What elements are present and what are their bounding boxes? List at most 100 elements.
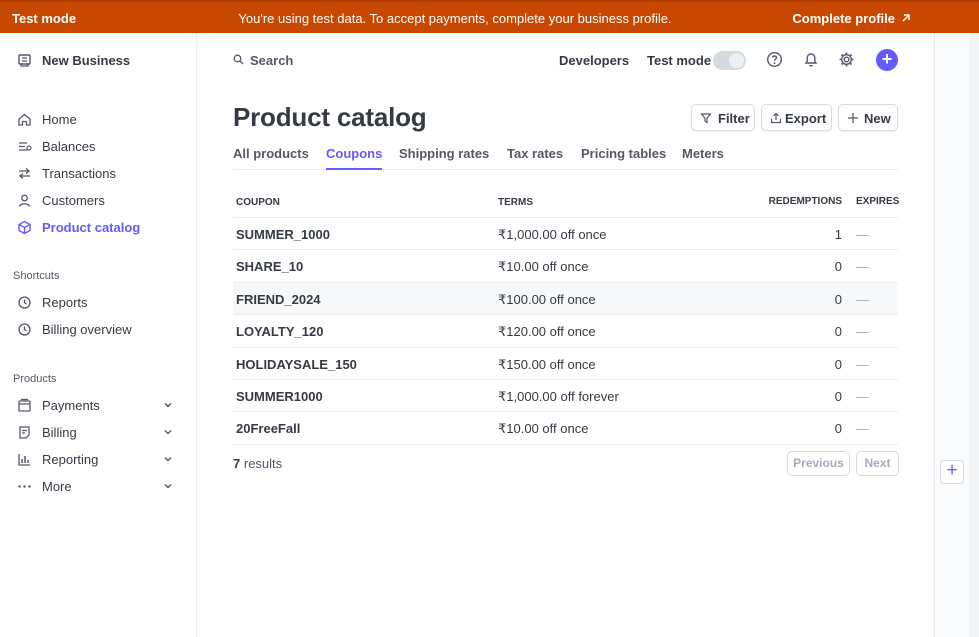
chevron-down-icon [164,457,172,462]
clock-icon [18,296,31,309]
chevron-down-icon [164,484,172,489]
scrollbar[interactable] [969,33,979,637]
coupon-terms: ₹10.00 off once [498,259,589,275]
sidebar-item-label: Reporting [42,452,99,467]
column-header-coupon[interactable]: COUPON [236,197,280,208]
tab-tax-rates[interactable]: Tax rates [507,146,563,170]
results-label: results [243,456,283,471]
coupon-name: LOYALTY_120 [236,324,324,340]
table-row[interactable]: SUMMER1000 ₹1,000.00 off forever 0 — [233,380,898,413]
test-mode-banner: Test mode You're using test data. To acc… [0,0,979,33]
table-row[interactable]: FRIEND_2024 ₹100.00 off once 0 — [233,282,898,316]
new-label: New [864,111,891,126]
table-row[interactable]: 20FreeFall ₹10.00 off once 0 — [233,412,898,445]
business-name: New Business [42,53,131,68]
export-icon [770,112,782,124]
tab-pricing-tables[interactable]: Pricing tables [581,146,666,170]
product-catalog-icon [18,220,31,235]
previous-page-button[interactable]: Previous [787,451,850,476]
help-icon[interactable] [766,51,783,68]
page-title: Product catalog [233,102,427,132]
catalog-tabs: All products Coupons Shipping rates Tax … [233,144,898,170]
gear-icon[interactable] [838,51,855,68]
tab-all-products[interactable]: All products [233,146,309,170]
export-button[interactable]: Export [761,104,832,131]
next-page-button[interactable]: Next [856,451,899,476]
create-plus-button[interactable]: + [876,49,898,71]
banner-message: You're using test data. To accept paymen… [238,11,672,26]
sidebar-item-label: Transactions [42,166,116,181]
developers-link[interactable]: Developers [559,53,629,68]
table-row[interactable]: HOLIDAYSALE_150 ₹150.00 off once 0 — [233,348,898,380]
plus-icon [848,113,858,123]
export-label: Export [785,111,827,126]
reporting-icon [18,454,30,466]
coupon-terms: ₹10.00 off once [498,421,589,437]
results-count: 7 results [233,456,282,471]
search-icon [233,54,244,65]
filter-button[interactable]: Filter [691,104,755,131]
bell-icon[interactable] [803,51,819,68]
table-row[interactable]: SUMMER_1000 ₹1,000.00 off once 1 — [233,218,898,251]
coupon-terms: ₹1,000.00 off once [498,227,607,242]
coupon-expires: — [856,227,869,242]
transactions-icon [18,168,31,179]
more-icon [18,485,31,488]
sidebar-item-label: Billing overview [42,322,132,337]
coupon-redemptions: 0 [834,259,842,275]
column-header-redemptions[interactable]: REDEMPTIONS [769,196,842,207]
coupon-name: SUMMER1000 [236,388,323,404]
complete-profile-label: Complete profile [792,11,895,26]
coupon-name: SHARE_10 [236,259,304,275]
new-button[interactable]: New [838,104,898,131]
sidebar-item-label: Product catalog [42,220,141,235]
toggle-knob [729,53,744,68]
home-icon [18,113,31,126]
coupon-name: FRIEND_2024 [236,291,321,307]
filter-label: Filter [718,111,750,126]
shortcuts-heading: Shortcuts [13,270,60,282]
coupon-redemptions: 1 [834,227,842,242]
coupon-name: SUMMER_1000 [236,227,330,242]
sidebar-item-label: Reports [42,295,88,310]
coupon-expires: — [856,356,869,372]
coupon-name: 20FreeFall [236,421,301,437]
balances-icon [19,142,32,151]
coupon-expires: — [856,324,869,340]
coupon-terms: ₹120.00 off once [498,324,596,340]
test-mode-toggle[interactable] [713,51,746,70]
edge-plus-button[interactable]: + [940,460,964,484]
sidebar-item-label: Billing [42,425,77,440]
column-header-terms[interactable]: TERMS [498,197,533,208]
business-icon [18,54,31,67]
coupon-name: HOLIDAYSALE_150 [236,356,357,372]
coupon-expires: — [856,291,869,307]
arrow-up-right-icon [902,14,910,22]
coupon-redemptions: 0 [834,324,842,340]
column-header-expires[interactable]: EXPIRES [856,196,899,207]
table-row[interactable]: LOYALTY_120 ₹120.00 off once 0 — [233,315,898,348]
complete-profile-link[interactable]: Complete profile [792,11,910,26]
sidebar-item-label: Customers [42,193,105,208]
chevron-down-icon [164,403,172,408]
customers-icon [18,194,31,207]
coupon-terms: ₹150.00 off once [498,356,596,372]
coupon-redemptions: 0 [834,421,842,437]
table-header: COUPON TERMS REDEMPTIONS EXPIRES [233,186,899,218]
clock-icon [18,323,31,336]
sidebar-item-label: Payments [42,398,100,413]
coupon-expires: — [856,421,869,437]
products-heading: Products [13,373,57,385]
tab-shipping-rates[interactable]: Shipping rates [399,146,489,170]
tab-meters[interactable]: Meters [682,146,724,170]
coupon-redemptions: 0 [834,388,842,404]
search-placeholder: Search [250,53,294,68]
results-number: 7 [233,456,241,471]
test-mode-label: Test mode [647,53,712,68]
table-row[interactable]: SHARE_10 ₹10.00 off once 0 — [233,250,898,283]
tab-coupons[interactable]: Coupons [326,146,383,170]
coupon-terms: ₹1,000.00 off forever [498,388,619,404]
coupon-redemptions: 0 [834,291,842,307]
sidebar-item-label: More [42,479,72,494]
filter-icon [700,113,712,124]
